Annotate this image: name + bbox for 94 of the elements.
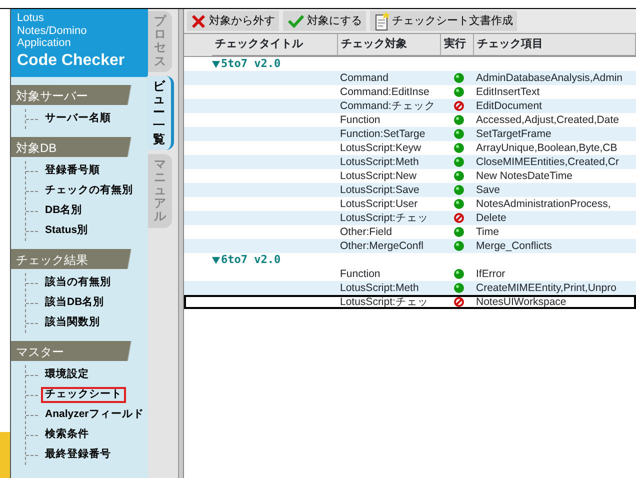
table-cell-text: Command: [339, 71, 390, 85]
table-row[interactable]: Function IfError: [184, 267, 636, 281]
table-cell-text: Command:チェック: [339, 99, 436, 113]
status-dot-icon: [454, 227, 464, 237]
sidebar-link[interactable]: チェックの有無別: [41, 183, 137, 199]
table-cell-text: Delete: [475, 211, 508, 225]
table-row[interactable]: Function:SetTarge SetTargetFrame: [184, 127, 636, 141]
sidebar-link[interactable]: 登録番号順: [41, 163, 104, 179]
column-header[interactable]: チェック対象: [338, 34, 441, 56]
group-title[interactable]: 5to7 v2.0: [212, 57, 281, 71]
table-row[interactable]: Other:MergeConfl Merge_Conflicts: [184, 239, 636, 253]
cross-icon: [191, 13, 207, 29]
column-header[interactable]: チェックタイトル: [212, 34, 338, 56]
table-cell-text: AdminDatabaseAnalysis,Admin: [475, 71, 624, 85]
logo-text: Notes/Domino: [17, 24, 88, 38]
sidebar-link[interactable]: Analyzerフィールド: [41, 407, 148, 423]
table-row[interactable]: LotusScript:User NotesAdministrationProcess,: [184, 197, 636, 211]
sidebar-link[interactable]: DB名別: [41, 203, 86, 219]
table-cell-text: Function: [339, 267, 382, 281]
table-row[interactable]: LotusScript:Save Save: [184, 183, 636, 197]
table-cell-text: Function:SetTarge: [339, 127, 426, 141]
status-dot-icon: [454, 283, 464, 293]
sidebar-link[interactable]: チェックシート: [41, 387, 126, 403]
toolbar-button[interactable]: チェックシート文書作成: [370, 11, 517, 31]
status-dot-icon: [454, 129, 464, 139]
corner-block: [0, 432, 10, 478]
status-dot-icon: [454, 199, 464, 209]
table-cell-text: LotusScript:チェッ: [339, 211, 430, 225]
sidebar-link[interactable]: 該当の有無別: [41, 275, 115, 291]
prohibited-icon: [454, 213, 464, 223]
table-cell-text: EditInsertText: [475, 85, 541, 99]
sidebar-link[interactable]: 該当関数別: [41, 315, 104, 331]
table-cell-text: NotesUIWorkspace: [475, 297, 568, 307]
toolbar-button[interactable]: 対象にする: [283, 11, 366, 31]
table-cell-text: ArrayUnique,Boolean,Byte,CB: [475, 141, 618, 155]
table-row[interactable]: LotusScript:チェッ NotesUIWorkspace: [184, 295, 636, 309]
table-cell-text: CloseMIMEEntities,Created,Cr: [475, 155, 620, 169]
table-row[interactable]: LotusScript:New New NotesDateTime: [184, 169, 636, 183]
table-cell-text: Merge_Conflicts: [475, 239, 553, 253]
table-cell-text: Other:MergeConfl: [339, 239, 424, 253]
status-dot-icon: [454, 115, 464, 125]
logo-title: Code Checker: [17, 50, 126, 70]
table-cell-text: LotusScript:Meth: [339, 281, 420, 295]
prohibited-icon: [454, 101, 464, 111]
sidebar-link[interactable]: サーバー名順: [41, 111, 115, 127]
table-cell-text: EditDocument: [475, 99, 543, 113]
toolbar-button[interactable]: 対象から外す: [187, 11, 279, 31]
table-cell-text: Accessed,Adjust,Created,Date: [475, 113, 620, 127]
status-dot-icon: [454, 143, 464, 153]
sidebar-link[interactable]: 該当DB名別: [41, 295, 108, 311]
table-row[interactable]: Other:Field Time: [184, 225, 636, 239]
side-tab[interactable]: ビュー一覧: [147, 76, 174, 150]
status-dot-icon: [454, 241, 464, 251]
logo-text: Lotus: [17, 12, 45, 25]
table-cell-text: LotusScript:New: [339, 169, 418, 183]
table-row[interactable]: LotusScript:Meth CreateMIMEEntity,Print,Unpro: [184, 281, 636, 295]
prohibited-icon: [454, 297, 464, 307]
sidebar-link[interactable]: 環境設定: [41, 367, 93, 383]
table-row[interactable]: Command AdminDatabaseAnalysis,Admin: [184, 71, 636, 85]
table-cell-text: Function: [339, 113, 382, 127]
logo-text: Application: [17, 37, 72, 50]
table-row[interactable]: Command:チェック EditDocument: [184, 99, 636, 113]
status-dot-icon: [454, 73, 464, 83]
table-cell-text: New NotesDateTime: [475, 169, 574, 183]
table-cell-text: Command:EditInse: [339, 85, 430, 99]
table-cell-text: IfError: [475, 267, 506, 281]
table-row[interactable]: Command:EditInse EditInsertText: [184, 85, 636, 99]
sidebar-link[interactable]: 検索条件: [41, 427, 93, 443]
group-title[interactable]: 6to7 v2.0: [212, 253, 281, 267]
status-dot-icon: [454, 185, 464, 195]
status-dot-icon: [454, 171, 464, 181]
table-row[interactable]: LotusScript:Meth CloseMIMEEntities,Created,Cr: [184, 155, 636, 169]
column-header[interactable]: チェック項目: [474, 34, 636, 56]
table-cell-text: LotusScript:Save: [339, 183, 420, 197]
table-cell-text: LotusScript:チェッ: [339, 297, 430, 307]
table-cell-text: Other:Field: [339, 225, 393, 239]
table-cell-text: NotesAdministrationProcess,: [475, 197, 612, 211]
sidebar-link[interactable]: Status別: [41, 223, 92, 239]
column-header[interactable]: 実行: [441, 34, 474, 56]
table-row[interactable]: Function Accessed,Adjust,Created,Date: [184, 113, 636, 127]
table-cell-text: LotusScript:Keyw: [339, 141, 422, 155]
status-dot-icon: [454, 157, 464, 167]
status-dot-icon: [454, 87, 464, 97]
table-row[interactable]: LotusScript:チェッ Delete: [184, 211, 636, 225]
table-cell-text: SetTargetFrame: [475, 127, 552, 141]
table-cell-text: LotusScript:User: [339, 197, 419, 211]
table-cell-text: LotusScript:Meth: [339, 155, 420, 169]
table-cell-text: Time: [475, 225, 500, 239]
table-cell-text: CreateMIMEEntity,Print,Unpro: [475, 281, 618, 295]
check-icon: [287, 14, 305, 28]
status-dot-icon: [454, 269, 464, 279]
table-row[interactable]: LotusScript:Keyw ArrayUnique,Boolean,Byte,CB: [184, 141, 636, 155]
table-cell-text: Save: [475, 183, 501, 197]
sidebar-link[interactable]: 最終登録番号: [41, 447, 115, 463]
